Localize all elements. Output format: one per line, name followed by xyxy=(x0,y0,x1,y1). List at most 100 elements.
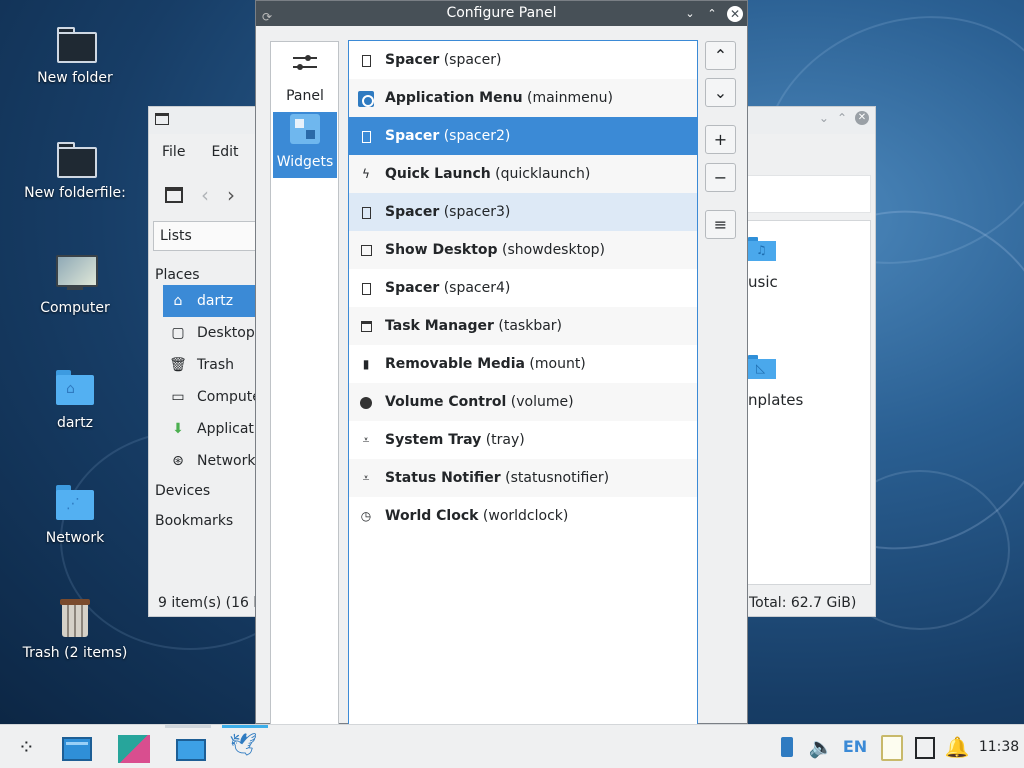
minus-icon: − xyxy=(713,168,728,187)
category-panel[interactable]: Panel xyxy=(273,44,337,110)
widget-row[interactable]: Show Desktop (showdesktop) xyxy=(349,231,697,269)
folder-icon[interactable] xyxy=(176,739,206,761)
new-tab-icon[interactable] xyxy=(165,187,183,203)
desktop-icon-new-folder[interactable]: New folder xyxy=(10,22,140,86)
configure-panel-dialog[interactable]: ⟳ Configure Panel ⌄ ⌃ ✕ Panel Widgets Sp… xyxy=(255,0,748,725)
remove-widget-button[interactable]: − xyxy=(705,163,736,192)
dialog-title: Configure Panel xyxy=(446,5,557,21)
spacer-icon xyxy=(358,193,374,231)
sidebar-item-label: Desktop xyxy=(197,325,255,341)
system-tray-icon: ⩡ xyxy=(362,433,370,447)
move-up-button[interactable]: ⌃ xyxy=(705,41,736,70)
system-tray: 🔈 EN 🔔 11:38 xyxy=(770,725,1024,768)
removable-media-icon[interactable] xyxy=(770,725,804,768)
sidebar-item-dartz[interactable]: ⌂ dartz xyxy=(163,285,257,317)
desktop-icon-label: Network xyxy=(45,530,105,546)
desktop-icon-label: New folderfile: xyxy=(24,185,126,201)
path-bar[interactable] xyxy=(747,175,871,213)
add-widget-button[interactable]: + xyxy=(705,125,736,154)
clipboard-icon[interactable] xyxy=(872,725,906,768)
kate-editor-icon[interactable] xyxy=(118,735,150,763)
widget-row[interactable]: Task Manager (taskbar) xyxy=(349,307,697,345)
widget-name: World Clock xyxy=(385,508,479,524)
desktop-icon: ▢ xyxy=(171,325,185,341)
places-sidebar: Places ⌂ dartz ▢ Desktop 🗑 Trash ▭ Compu… xyxy=(149,265,257,531)
folder-icon xyxy=(54,22,97,64)
home-folder-icon: ⌂ xyxy=(54,367,96,409)
maximize-icon[interactable]: ⌃ xyxy=(705,1,719,26)
category-label: Panel xyxy=(286,88,324,104)
close-icon[interactable]: ✕ xyxy=(727,5,743,22)
desktop-icon-trash[interactable]: Trash (2 items) xyxy=(10,597,140,661)
widget-name: Spacer xyxy=(385,280,440,296)
widget-row-hovered[interactable]: Spacer (spacer3) xyxy=(349,193,697,231)
sidebar-item-label: Applications xyxy=(197,421,257,437)
menu-file[interactable]: File xyxy=(149,143,198,161)
configure-widget-button[interactable]: ≡ xyxy=(705,210,736,239)
sidebar-item-label: Trash xyxy=(197,357,234,373)
widget-row[interactable]: Volume Control (volume) xyxy=(349,383,697,421)
widget-id: (mainmenu) xyxy=(527,90,613,106)
close-icon[interactable]: ✕ xyxy=(855,111,869,125)
file-item-label[interactable]: usic xyxy=(748,273,778,291)
widget-row[interactable]: Spacer (spacer) xyxy=(349,41,697,79)
bird-app-icon[interactable]: 🕊 xyxy=(229,733,257,758)
status-bar-items: 9 item(s) (16 h xyxy=(158,595,263,611)
network-icon[interactable] xyxy=(906,725,940,768)
dialog-app-icon: ⟳ xyxy=(262,10,273,24)
widgets-icon xyxy=(290,114,320,144)
widget-row[interactable]: Application Menu (mainmenu) xyxy=(349,79,697,117)
dialog-titlebar[interactable]: ⟳ Configure Panel ⌄ ⌃ ✕ xyxy=(256,1,747,26)
widget-row[interactable]: ◷ World Clock (worldclock) xyxy=(349,497,697,535)
file-manager-icon[interactable] xyxy=(62,737,92,761)
widget-name: Spacer xyxy=(385,204,440,220)
minimize-icon[interactable]: ⌄ xyxy=(819,111,829,125)
sidebar-item-trash[interactable]: 🗑 Trash xyxy=(149,349,257,381)
desktop-icon-label: New folder xyxy=(37,70,113,86)
music-folder-icon[interactable]: ♫ xyxy=(748,237,776,261)
keyboard-layout-indicator[interactable]: EN xyxy=(838,725,872,768)
chevron-up-icon: ⌃ xyxy=(713,46,728,65)
sidebar-item-applications[interactable]: ⬇ Applications xyxy=(149,413,257,445)
sidebar-item-desktop[interactable]: ▢ Desktop xyxy=(149,317,257,349)
widget-list[interactable]: Spacer (spacer) Application Menu (mainme… xyxy=(348,40,698,725)
category-label: Widgets xyxy=(276,154,334,170)
widget-name: Status Notifier xyxy=(385,470,501,486)
move-down-button[interactable]: ⌄ xyxy=(705,78,736,107)
forward-icon[interactable]: › xyxy=(227,183,235,207)
devices-heading[interactable]: Devices xyxy=(149,481,257,501)
widget-row[interactable]: ▮ Removable Media (mount) xyxy=(349,345,697,383)
templates-folder-icon[interactable]: ◺ xyxy=(748,355,776,379)
computer-icon: ▭ xyxy=(171,389,185,405)
desktop-icon-dartz[interactable]: ⌂ dartz xyxy=(10,367,140,431)
widget-row-selected[interactable]: Spacer (spacer2) xyxy=(349,117,697,155)
desktop-icon-label: dartz xyxy=(56,415,94,431)
widget-row[interactable]: ϟ Quick Launch (quicklaunch) xyxy=(349,155,697,193)
sidebar-item-network[interactable]: ⊛ Network xyxy=(149,445,257,477)
back-icon[interactable]: ‹ xyxy=(201,183,209,207)
widget-row[interactable]: Spacer (spacer4) xyxy=(349,269,697,307)
volume-icon[interactable]: 🔈 xyxy=(804,725,838,768)
desktop-icon-label: Computer xyxy=(40,300,110,316)
widget-name: Spacer xyxy=(385,52,440,68)
file-item-label[interactable]: nplates xyxy=(748,391,803,409)
desktop-icon-computer[interactable]: Computer xyxy=(10,252,140,316)
file-view[interactable]: ♫ usic ◺ nplates xyxy=(747,220,871,585)
desktop-icon-network[interactable]: ⋰ Network xyxy=(10,482,140,546)
notifications-bell-icon[interactable]: 🔔 xyxy=(940,725,974,768)
minimize-icon[interactable]: ⌄ xyxy=(683,1,697,26)
side-pane-mode-select[interactable]: Lists xyxy=(153,221,263,251)
category-widgets[interactable]: Widgets xyxy=(273,112,337,178)
network-icon: ⊛ xyxy=(172,453,184,469)
widget-id: (spacer2) xyxy=(443,128,511,144)
maximize-icon[interactable]: ⌃ xyxy=(837,111,847,125)
bookmarks-heading[interactable]: Bookmarks xyxy=(149,511,257,531)
sidebar-item-computer[interactable]: ▭ Computer xyxy=(149,381,257,413)
menu-edit[interactable]: Edit xyxy=(198,143,251,161)
widget-row[interactable]: ⩡ System Tray (tray) xyxy=(349,421,697,459)
widget-row[interactable]: ⩡ Status Notifier (statusnotifier) xyxy=(349,459,697,497)
application-launcher-icon[interactable]: ⁘ xyxy=(18,735,35,759)
show-desktop-icon xyxy=(358,231,374,269)
desktop-icon-new-folderfile[interactable]: New folderfile: xyxy=(10,137,140,201)
clock[interactable]: 11:38 xyxy=(974,725,1024,768)
